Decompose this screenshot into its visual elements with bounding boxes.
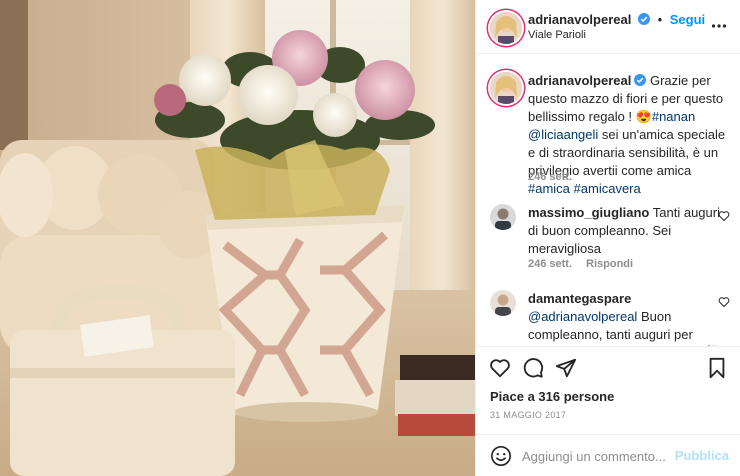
verified-badge-icon xyxy=(637,13,650,25)
caption-time[interactable]: 246 sett. xyxy=(528,171,572,183)
comment-username[interactable]: damantegaspare xyxy=(528,291,631,306)
post-actions: Piace a 316 persone 31 MAGGIO 2017 xyxy=(476,346,740,434)
publish-button[interactable]: Pubblica xyxy=(675,448,729,463)
commenter-avatar[interactable] xyxy=(490,204,516,230)
more-options-icon[interactable] xyxy=(711,18,727,34)
add-comment-bar: Pubblica xyxy=(476,434,740,476)
hashtag-amicavera[interactable]: #amicavera xyxy=(574,181,641,196)
post-header: adrianavolpereal • Segui Viale Parioli xyxy=(476,0,740,54)
emoji-picker-icon[interactable] xyxy=(490,445,512,467)
comment-username[interactable]: massimo_giugliano xyxy=(528,205,649,220)
avatar-image xyxy=(490,12,522,44)
avatar-image xyxy=(490,290,516,316)
comment-item: massimo_giugliano Tanti auguri di buon c… xyxy=(490,202,730,272)
caption-emoji: 😍 xyxy=(635,109,652,124)
verified-badge-icon xyxy=(634,74,647,86)
post-date[interactable]: 31 MAGGIO 2017 xyxy=(490,410,566,420)
mention-adrianavolpereal[interactable]: @adrianavolpereal xyxy=(528,309,637,324)
comment-input[interactable] xyxy=(522,445,674,467)
header-title-row: adrianavolpereal • Segui xyxy=(528,12,705,27)
comments-list[interactable]: adrianavolpereal Grazie per questo mazzo… xyxy=(476,54,740,346)
post-photo-image xyxy=(0,0,475,476)
post-sidebar: adrianavolpereal • Segui Viale Parioli a… xyxy=(475,0,740,476)
comment-meta: 246 sett. Rispondi xyxy=(528,258,633,270)
share-paper-plane-icon[interactable] xyxy=(555,357,577,379)
comment-time[interactable]: 246 sett. xyxy=(528,258,572,270)
instagram-post: adrianavolpereal • Segui Viale Parioli a… xyxy=(0,0,740,476)
reply-button[interactable]: Rispondi xyxy=(586,258,633,270)
hashtag-nanan[interactable]: #nanan xyxy=(652,109,695,124)
post-location[interactable]: Viale Parioli xyxy=(528,29,586,41)
mention-liciaangeli[interactable]: @liciaangeli xyxy=(528,127,598,142)
author-avatar[interactable] xyxy=(490,12,522,44)
commenter-avatar[interactable] xyxy=(490,290,516,316)
follow-button[interactable]: Segui xyxy=(670,12,705,27)
caption-username[interactable]: adrianavolpereal xyxy=(528,73,631,88)
save-bookmark-icon[interactable] xyxy=(706,357,728,379)
caption-avatar[interactable] xyxy=(490,72,522,104)
comment-bubble-icon[interactable] xyxy=(522,357,544,379)
comment-text: damantegaspare @adrianavolpereal Buon co… xyxy=(528,290,728,346)
likes-count[interactable]: Piace a 316 persone xyxy=(490,389,614,404)
header-separator: • xyxy=(657,12,663,27)
author-username[interactable]: adrianavolpereal xyxy=(528,12,631,27)
comment-text: massimo_giugliano Tanti auguri di buon c… xyxy=(528,204,728,258)
like-heart-icon[interactable] xyxy=(489,357,511,379)
comment-item: damantegaspare @adrianavolpereal Buon co… xyxy=(490,288,730,346)
hashtag-amica[interactable]: #amica xyxy=(528,181,570,196)
caption: adrianavolpereal Grazie per questo mazzo… xyxy=(490,68,730,196)
avatar-image xyxy=(490,72,522,104)
avatar-image xyxy=(490,204,516,230)
post-photo[interactable] xyxy=(0,0,475,476)
caption-meta: 246 sett. xyxy=(528,171,572,183)
